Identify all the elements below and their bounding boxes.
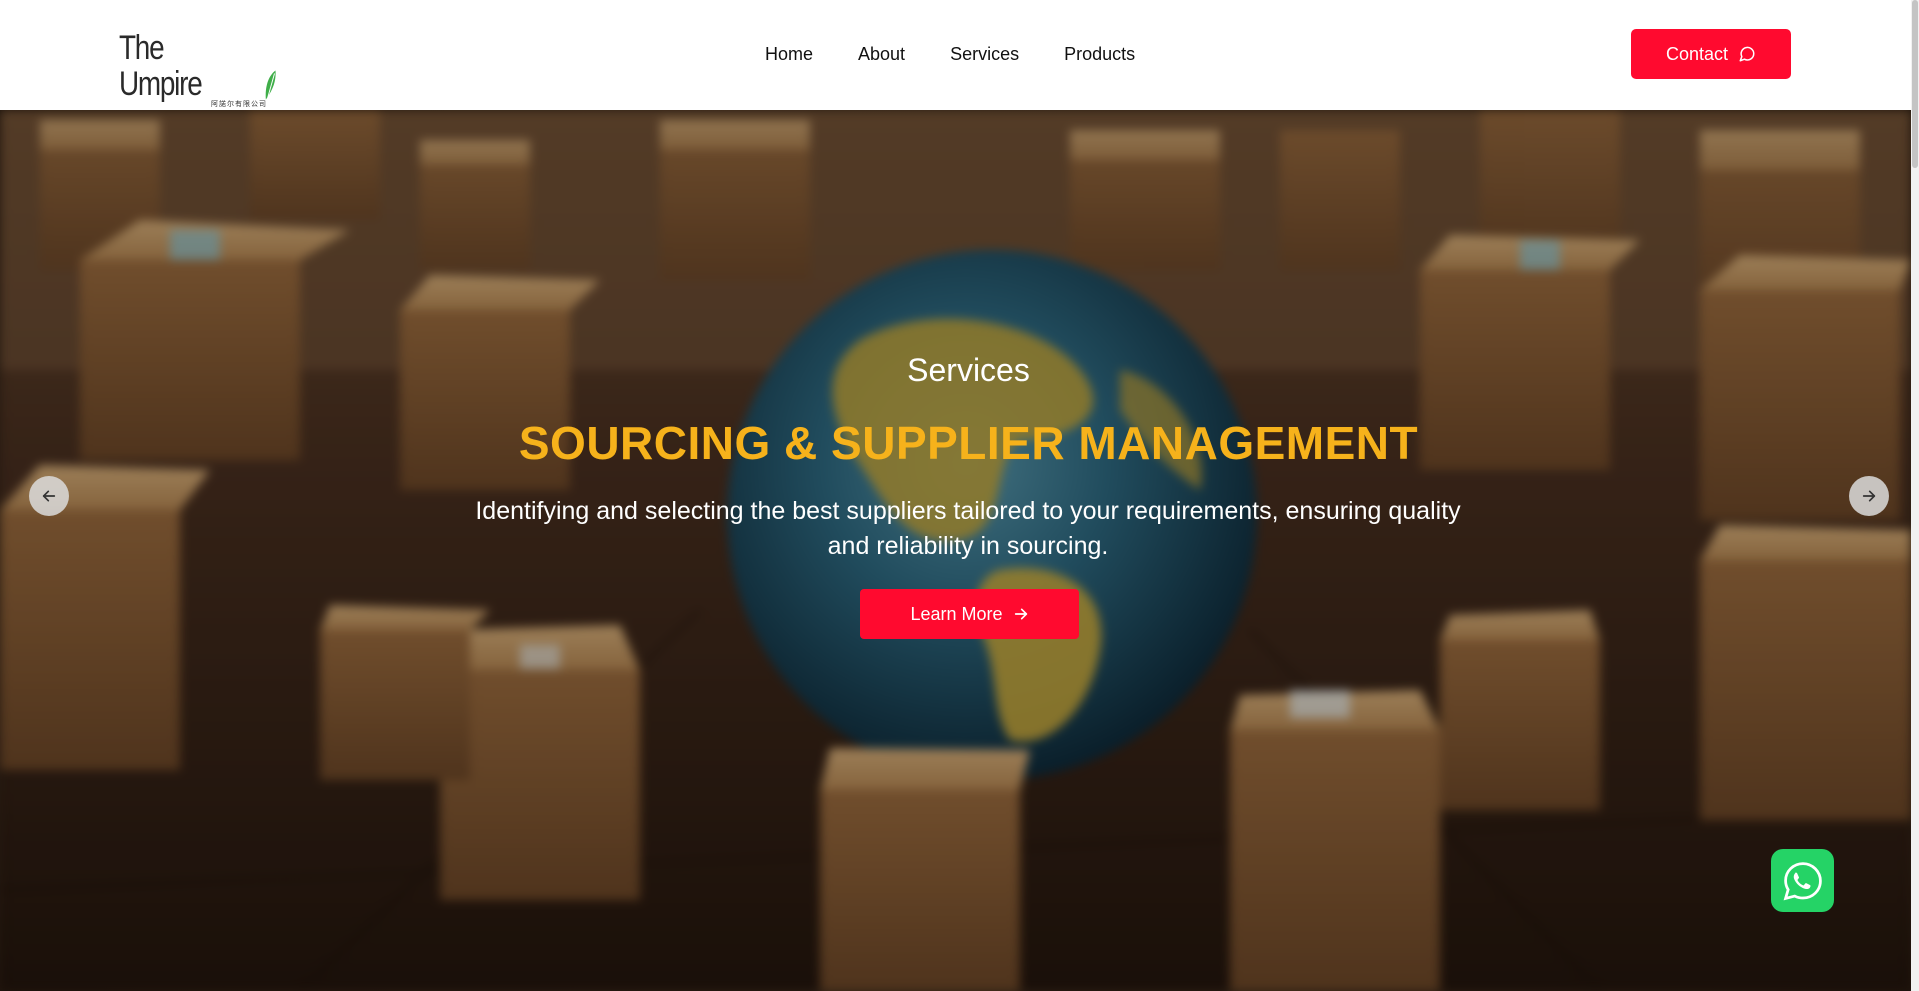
nav-about[interactable]: About xyxy=(858,42,905,66)
logo[interactable]: The Umpire 阿諾尔有限公司 xyxy=(119,30,279,108)
arrow-left-icon xyxy=(42,490,56,502)
hero-description: Identifying and selecting the best suppl… xyxy=(475,497,1461,560)
slider-next-button[interactable] xyxy=(1849,476,1889,516)
scrollbar-thumb[interactable] xyxy=(1912,0,1918,168)
site-header: The Umpire 阿諾尔有限公司 Home About Services P… xyxy=(0,0,1911,110)
learn-more-button[interactable]: Learn More xyxy=(860,589,1079,639)
contact-button-label: Contact xyxy=(1665,43,1729,64)
nav-products[interactable]: Products xyxy=(1064,42,1135,66)
arrow-right-icon xyxy=(1014,608,1027,620)
arrow-right-icon xyxy=(1862,490,1876,502)
whatsapp-icon xyxy=(1783,861,1822,900)
contact-button[interactable]: Contact xyxy=(1631,29,1791,79)
nav-services[interactable]: Services xyxy=(950,42,1019,66)
logo-text: The Umpire xyxy=(119,29,203,103)
hero-slide: Services SOURCING & SUPPLIER MANAGEMENT … xyxy=(0,110,1911,991)
hero-title: SOURCING & SUPPLIER MANAGEMENT xyxy=(518,417,1419,469)
slider-prev-button[interactable] xyxy=(29,476,69,516)
hero-kicker: Services xyxy=(907,352,1030,388)
chat-bubble-icon xyxy=(1739,46,1755,62)
learn-more-label: Learn More xyxy=(910,603,1003,624)
leaf-icon xyxy=(265,70,276,100)
main-nav: Home About Services Products xyxy=(765,42,1135,66)
whatsapp-button[interactable] xyxy=(1771,849,1834,912)
hero-slider: Services SOURCING & SUPPLIER MANAGEMENT … xyxy=(0,110,1911,991)
nav-home[interactable]: Home xyxy=(765,42,813,66)
